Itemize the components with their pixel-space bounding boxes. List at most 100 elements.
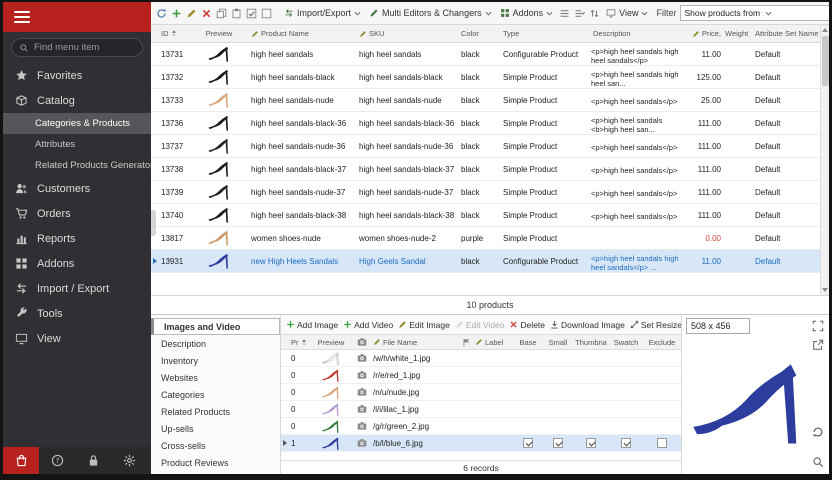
- column-header-exclude[interactable]: Exclude: [643, 335, 681, 349]
- sidebar-subitem-attributes[interactable]: Attributes: [3, 134, 151, 155]
- set-resize-rule-button[interactable]: Set Resize Rule: [630, 320, 681, 330]
- thumbnail-checkbox-box[interactable]: [586, 438, 596, 448]
- delete-button[interactable]: [201, 6, 212, 21]
- rows-check-icon[interactable]: [574, 6, 585, 20]
- tab-websites[interactable]: Websites: [151, 369, 280, 386]
- store-icon[interactable]: [3, 447, 39, 474]
- sidebar-item-reports[interactable]: Reports: [3, 226, 151, 251]
- column-header-preview[interactable]: Preview: [189, 25, 249, 42]
- column-header-price[interactable]: Price,: [683, 25, 723, 42]
- swatch-checkbox-box[interactable]: [621, 438, 631, 448]
- settings-icon[interactable]: [111, 447, 147, 474]
- import-export-dropdown[interactable]: Import/Export: [282, 7, 363, 19]
- product-row[interactable]: 13740high heel sandals-black-38high heel…: [151, 204, 829, 227]
- grid-scrollbar[interactable]: [820, 25, 829, 295]
- column-header-weight[interactable]: Weight: [723, 25, 753, 42]
- edit-image-button[interactable]: Edit Image: [398, 320, 450, 330]
- delete-button[interactable]: Delete: [509, 320, 545, 330]
- product-row[interactable]: 13731high heel sandalshigh heel sandalsb…: [151, 43, 829, 66]
- column-header-attribute-set-name[interactable]: Attribute Set Name: [753, 25, 823, 42]
- product-row[interactable]: 13739high heel sandals-nude-37high heel …: [151, 181, 829, 204]
- scroll-down-icon[interactable]: [821, 285, 829, 295]
- row-expander[interactable]: [281, 440, 289, 446]
- column-header-sku[interactable]: SKU: [357, 25, 459, 42]
- small-checkbox-box[interactable]: [553, 438, 563, 448]
- refresh-button[interactable]: [156, 6, 167, 21]
- sidebar-item-customers[interactable]: Customers: [3, 176, 151, 201]
- column-header-description[interactable]: Description: [591, 25, 683, 42]
- column-header-color[interactable]: Color: [459, 25, 501, 42]
- image-size-field[interactable]: 508 x 456: [686, 318, 750, 334]
- column-header-thumbna[interactable]: Thumbna: [573, 335, 609, 349]
- sidebar-item-orders[interactable]: Orders: [3, 201, 151, 226]
- base-checkbox-box[interactable]: [523, 438, 533, 448]
- uncheck-all-button[interactable]: [261, 6, 272, 21]
- tab-images-and-video[interactable]: Images and Video: [151, 318, 280, 335]
- base-checkbox[interactable]: [513, 435, 543, 451]
- row-expander[interactable]: [151, 258, 159, 264]
- thumbnail-checkbox[interactable]: [573, 435, 609, 451]
- scrollbar-thumb[interactable]: [822, 36, 829, 86]
- add-image-button[interactable]: Add Image: [286, 320, 338, 330]
- zoom-icon[interactable]: [812, 456, 824, 468]
- column-header-preview[interactable]: Preview: [309, 335, 353, 349]
- rotate-icon[interactable]: [812, 426, 824, 438]
- media-row[interactable]: 0/g/r/green_2.jpg: [281, 418, 681, 435]
- multi-editors-changers-dropdown[interactable]: Multi Editors & Changers: [367, 7, 494, 19]
- paste-button[interactable]: [231, 6, 242, 21]
- product-row[interactable]: 13732high heel sandals-blackhigh heel sa…: [151, 66, 829, 89]
- addons-dropdown[interactable]: Addons: [498, 7, 556, 19]
- edit-button[interactable]: [186, 6, 197, 21]
- small-checkbox[interactable]: [543, 435, 573, 451]
- lock-icon[interactable]: [75, 447, 111, 474]
- column-header-label[interactable]: Label: [473, 335, 513, 349]
- hamburger-menu-icon[interactable]: [14, 8, 30, 26]
- sidebar-item-catalog[interactable]: Catalog: [3, 88, 151, 113]
- camera-column[interactable]: [353, 335, 371, 349]
- tab-related-products[interactable]: Related Products: [151, 403, 280, 420]
- check-all-button[interactable]: [246, 6, 257, 21]
- column-header-product-name[interactable]: Product Name: [249, 25, 357, 42]
- product-row[interactable]: 13817women shoes-nudewomen shoes-nude-2p…: [151, 227, 829, 250]
- product-row[interactable]: 13738high heel sandals-black-37high heel…: [151, 158, 829, 181]
- copy-button[interactable]: [216, 6, 227, 21]
- flag-column[interactable]: [459, 335, 473, 349]
- tab-cross-sells[interactable]: Cross-sells: [151, 437, 280, 454]
- filter-select[interactable]: Show products from selected categories: [680, 5, 829, 21]
- column-header-base[interactable]: Base: [513, 335, 543, 349]
- media-row[interactable]: 0/r/e/red_1.jpg: [281, 367, 681, 384]
- sidebar-item-view[interactable]: View: [3, 326, 151, 351]
- exclude-checkbox-box[interactable]: [657, 438, 667, 448]
- column-header-pr[interactable]: Pr: [289, 335, 309, 349]
- column-header-swatch[interactable]: Swatch: [609, 335, 643, 349]
- tab-categories[interactable]: Categories: [151, 386, 280, 403]
- product-row[interactable]: 13737high heel sandals-nude-36high heel …: [151, 135, 829, 158]
- sidebar-item-tools[interactable]: Tools: [3, 301, 151, 326]
- tab-inventory[interactable]: Inventory: [151, 352, 280, 369]
- column-header-type[interactable]: Type: [501, 25, 591, 42]
- download-image-button[interactable]: Download Image: [550, 320, 625, 330]
- exclude-checkbox[interactable]: [643, 435, 681, 451]
- swatch-checkbox[interactable]: [609, 435, 643, 451]
- sidebar-item-favorites[interactable]: Favorites: [3, 63, 151, 88]
- sidebar-item-addons[interactable]: Addons: [3, 251, 151, 276]
- menu-search-input[interactable]: Find menu item: [11, 38, 143, 57]
- sidebar-subitem-categories-products[interactable]: Categories & Products: [3, 113, 151, 134]
- media-row[interactable]: 0/l/i/lilac_1.jpg: [281, 401, 681, 418]
- help-icon[interactable]: ?: [39, 447, 75, 474]
- media-row[interactable]: 1/b/l/blue_6.jpg: [281, 435, 681, 452]
- scroll-up-icon[interactable]: [821, 25, 829, 35]
- view-dropdown[interactable]: View: [604, 7, 650, 19]
- sidebar-subitem-related-products-generator[interactable]: Related Products Generator: [3, 155, 151, 176]
- column-header-file-name[interactable]: File Name: [371, 335, 459, 349]
- column-header-small[interactable]: Small: [543, 335, 573, 349]
- product-row[interactable]: 13733high heel sandals-nudehigh heel san…: [151, 89, 829, 112]
- tab-product-reviews[interactable]: Product Reviews: [151, 454, 280, 471]
- add-video-button[interactable]: Add Video: [343, 320, 393, 330]
- open-external-icon[interactable]: [812, 339, 824, 351]
- product-row[interactable]: 13931new High Heels SandalsHigh Geels Sa…: [151, 250, 829, 273]
- panel-collapse-handle[interactable]: [151, 210, 156, 236]
- product-row[interactable]: 13736high heel sandals-black-36high heel…: [151, 112, 829, 135]
- column-rows-icon[interactable]: [559, 6, 570, 20]
- sidebar-item-import-export[interactable]: Import / Export: [3, 276, 151, 301]
